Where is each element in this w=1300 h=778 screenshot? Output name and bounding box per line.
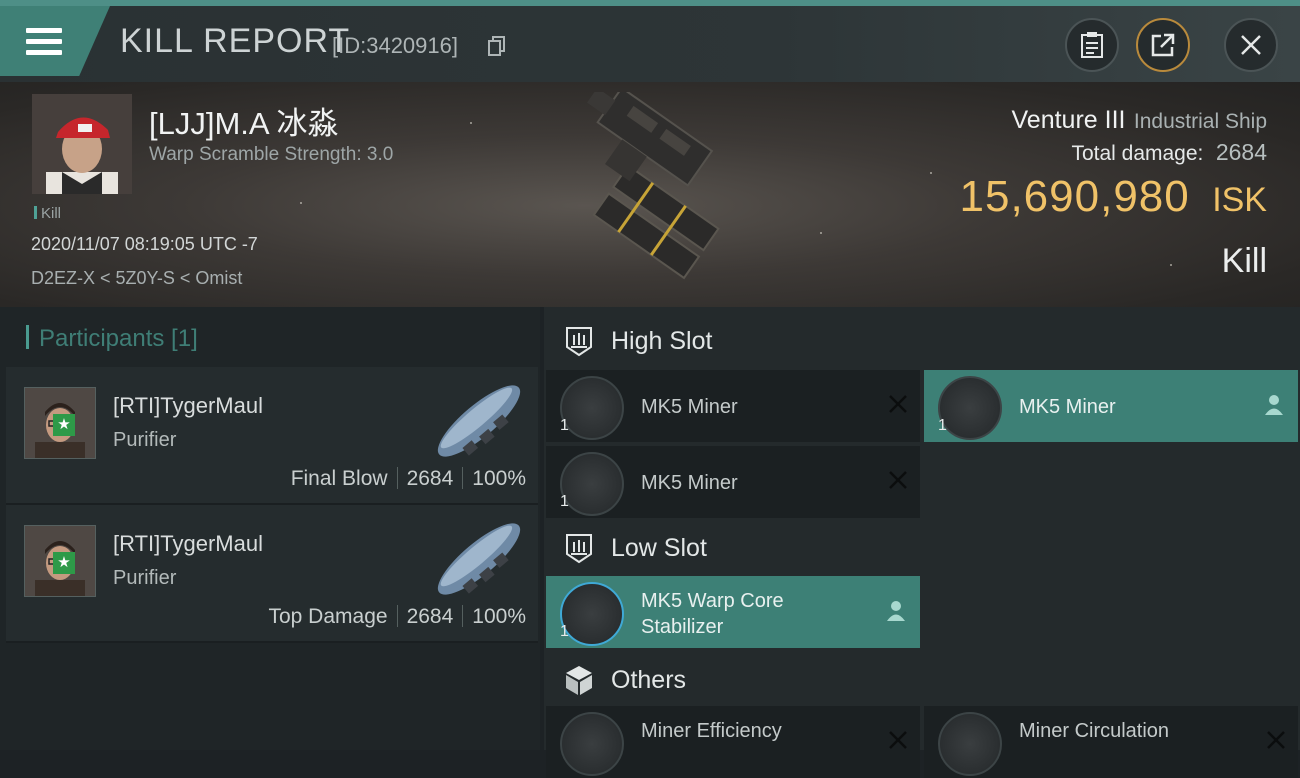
fitting-item[interactable]: 1 MK5 Miner xyxy=(546,446,920,518)
victim-avatar[interactable] xyxy=(32,94,132,194)
victim-panel: [LJJ]M.A 冰淼 Warp Scramble Strength: 3.0 … xyxy=(0,82,1300,307)
miner-module-icon xyxy=(938,376,1002,440)
total-damage-value: 2684 xyxy=(1215,139,1267,165)
participant-role: Final Blow xyxy=(290,467,388,490)
low-slot-icon xyxy=(566,534,592,564)
share-icon xyxy=(1151,33,1175,57)
high-slot-title: High Slot xyxy=(611,326,713,355)
fitting-item[interactable]: Miner Efficiency xyxy=(546,706,920,778)
participant-damage: 2684 xyxy=(406,605,454,628)
warp-scramble-strength: Warp Scramble Strength: 3.0 xyxy=(149,144,394,165)
item-name: MK5 Miner xyxy=(641,396,738,418)
destroyed-icon xyxy=(889,395,907,413)
participant-ship: Purifier xyxy=(113,429,177,451)
participant-percent: 100% xyxy=(472,605,526,628)
rig-module-icon xyxy=(938,712,1002,776)
participants-header: Participants [1] xyxy=(26,325,198,353)
star-badge-icon: ★ xyxy=(53,414,75,436)
kill-result: Kill xyxy=(1221,242,1267,280)
page-title: KILL REPORT xyxy=(120,22,351,60)
item-name: MK5 Miner xyxy=(641,472,738,494)
close-icon xyxy=(1241,35,1261,55)
isk-value: 15,690,980 xyxy=(959,172,1190,221)
item-quantity: 1 xyxy=(560,493,569,510)
copy-icon[interactable] xyxy=(488,36,506,56)
cube-icon xyxy=(566,666,592,695)
participant-role: Top Damage xyxy=(268,605,388,628)
destroyed-icon xyxy=(889,731,907,749)
close-button[interactable] xyxy=(1224,18,1278,72)
participant-row[interactable]: ★ [RTI]TygerMaul Purifier Top Damage 2684… xyxy=(6,505,538,643)
participants-panel: Participants [1] ★ [RTI]TygerMaul Purifi… xyxy=(0,307,540,750)
participant-ship-image xyxy=(437,385,521,457)
destroyed-icon xyxy=(889,471,907,489)
victim-ship-image xyxy=(587,92,720,280)
participant-name: [RTI]TygerMaul xyxy=(113,393,263,418)
participant-ship-image xyxy=(437,523,521,595)
low-slot-header: Low Slot xyxy=(544,520,1300,576)
others-header: Others xyxy=(544,652,1300,708)
victim-name: [LJJ]M.A 冰淼 xyxy=(149,106,339,141)
participant-damage: 2684 xyxy=(406,467,454,490)
clipboard-icon xyxy=(1081,32,1103,58)
high-slot-header: High Slot xyxy=(544,313,1300,369)
isk-unit: ISK xyxy=(1212,181,1267,219)
fitting-item[interactable]: 1 MK5 Miner xyxy=(924,370,1298,442)
star-badge-icon: ★ xyxy=(53,552,75,574)
miner-module-icon xyxy=(560,452,624,516)
kill-id: [ID:3420916] xyxy=(332,33,458,58)
item-name: Miner Circulation xyxy=(1019,720,1170,742)
item-name: MK5 Miner xyxy=(1019,396,1116,418)
warp-core-stabilizer-icon xyxy=(560,582,624,646)
menu-icon xyxy=(26,28,62,56)
kill-datetime: 2020/11/07 08:19:05 UTC -7 xyxy=(31,234,258,254)
participant-stats: Top Damage 2684 100% xyxy=(268,605,526,629)
kill-tag: Kill xyxy=(34,205,61,222)
low-slot-title: Low Slot xyxy=(611,533,707,562)
participant-percent: 100% xyxy=(472,467,526,490)
fitting-item[interactable]: Miner Circulation xyxy=(924,706,1298,778)
share-button[interactable] xyxy=(1136,18,1190,72)
clipboard-button[interactable] xyxy=(1065,18,1119,72)
ship-class: Industrial Ship xyxy=(1133,110,1267,133)
item-quantity: 1 xyxy=(560,417,569,434)
total-damage-label: Total damage: xyxy=(1071,142,1204,165)
participant-row[interactable]: ★ [RTI]TygerMaul Purifier Final Blow 2684… xyxy=(6,367,538,505)
user-icon xyxy=(887,601,905,621)
kill-location: D2EZ-X < 5Z0Y-S < Omist xyxy=(31,268,243,288)
fitting-item[interactable]: 1 MK5 Warp Core Stabilizer xyxy=(546,576,920,648)
item-quantity: 1 xyxy=(938,417,947,434)
rig-module-icon xyxy=(560,712,624,776)
others-title: Others xyxy=(611,665,687,694)
participant-stats: Final Blow 2684 100% xyxy=(291,467,526,491)
item-quantity: 1 xyxy=(560,623,569,640)
isk-value-line: 15,690,980 ISK xyxy=(960,172,1267,222)
high-slot-icon xyxy=(566,327,592,357)
participant-ship: Purifier xyxy=(113,567,177,589)
user-icon xyxy=(1265,395,1283,415)
item-name: Miner Efficiency xyxy=(641,720,782,742)
miner-module-icon xyxy=(560,376,624,440)
item-name: MK5 Warp Core Stabilizer xyxy=(641,590,784,638)
total-damage: Total damage: 2684 xyxy=(1071,139,1267,166)
ship-name: Venture III xyxy=(1011,106,1126,134)
participant-name: [RTI]TygerMaul xyxy=(113,531,263,556)
destroyed-icon xyxy=(1267,731,1285,749)
fitting-item[interactable]: 1 MK5 Miner xyxy=(546,370,920,442)
victim-ship: Venture III Industrial Ship xyxy=(1012,106,1268,135)
